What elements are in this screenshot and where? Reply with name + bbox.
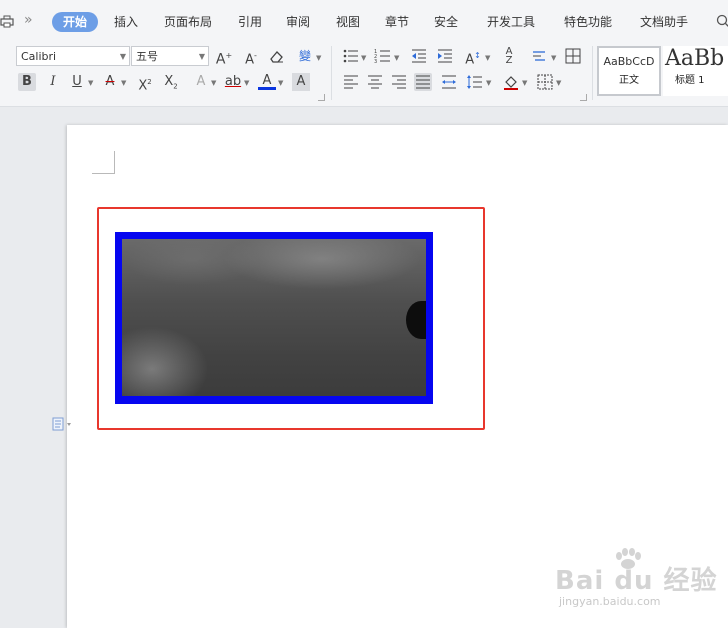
style-normal-sample: AaBbCcD <box>603 55 655 68</box>
page-margin-corner-mark <box>92 151 115 174</box>
inserted-picture[interactable] <box>122 239 426 396</box>
highlight-icon[interactable]: ab <box>224 73 242 91</box>
decrease-indent-icon[interactable] <box>410 47 428 65</box>
underline-icon[interactable]: U <box>68 73 86 91</box>
picture-dark-shape <box>406 301 426 339</box>
text-direction-icon[interactable]: A↕ <box>464 47 482 67</box>
image-with-blue-border[interactable] <box>115 232 433 404</box>
font-size-value: 五号 <box>136 50 158 63</box>
chevron-down-icon[interactable]: ▼ <box>361 54 366 62</box>
increase-indent-icon[interactable] <box>436 47 454 65</box>
numbered-list-icon[interactable]: 123 <box>374 47 392 65</box>
tab-page-layout[interactable]: 页面布局 <box>164 12 212 32</box>
chevron-down-icon: ▼ <box>198 52 205 61</box>
distributed-align-icon[interactable] <box>440 73 458 91</box>
grow-font-icon[interactable]: A+ <box>215 47 233 68</box>
style-heading-1-name: 标题 1 <box>675 75 705 86</box>
chevron-down-icon[interactable]: ▼ <box>485 54 490 62</box>
borders-icon[interactable] <box>536 73 554 91</box>
align-center-icon[interactable] <box>366 73 384 91</box>
tab-review[interactable]: 审阅 <box>286 12 310 32</box>
subscript-icon[interactable]: X2 <box>162 73 180 91</box>
ribbon-home-panel: Calibri ▼ 五号 ▼ A+ A- 變 ▼ B I U ▼ A ▼ X2 … <box>0 42 728 107</box>
font-dialog-launcher-icon[interactable] <box>318 94 325 101</box>
chevron-down-icon[interactable]: ▼ <box>244 79 249 87</box>
baidu-jingyan-watermark: Bai du 经验 jingyan.baidu.com <box>555 548 725 620</box>
style-normal[interactable]: AaBbCcD 正文 <box>597 46 661 96</box>
search-icon[interactable] <box>716 14 728 28</box>
character-shading-icon[interactable]: A <box>292 73 310 91</box>
paragraph-handle-icon[interactable] <box>49 417 75 431</box>
chevron-down-icon[interactable]: ▼ <box>88 79 93 87</box>
chevron-down-icon[interactable]: ▼ <box>211 79 216 87</box>
tab-special-features[interactable]: 特色功能 <box>564 12 612 32</box>
chevron-down-icon[interactable]: ▼ <box>121 79 126 87</box>
chevron-down-icon[interactable]: ▼ <box>394 54 399 62</box>
shrink-font-icon[interactable]: A- <box>242 47 260 67</box>
chevron-down-icon[interactable]: ▼ <box>486 79 491 87</box>
tab-security[interactable]: 安全 <box>434 12 458 32</box>
italic-icon[interactable]: I <box>44 73 62 91</box>
ribbon-separator <box>331 46 332 100</box>
chevron-down-icon[interactable]: ▼ <box>556 79 561 87</box>
tab-references[interactable]: 引用 <box>238 12 262 32</box>
align-right-icon[interactable] <box>390 73 408 91</box>
justify-icon[interactable] <box>414 73 432 91</box>
superscript-icon[interactable]: X2 <box>136 73 154 93</box>
more-tabs-chevron-icon[interactable]: » <box>24 12 33 28</box>
paragraph-dialog-launcher-icon[interactable] <box>580 94 587 101</box>
shading-fill-icon[interactable] <box>502 73 520 91</box>
bold-icon[interactable]: B <box>18 73 36 91</box>
table-icon[interactable] <box>564 47 582 65</box>
font-family-select[interactable]: Calibri ▼ <box>16 46 130 66</box>
sort-icon[interactable]: AZ <box>500 47 518 66</box>
tab-developer-tools[interactable]: 开发工具 <box>487 12 535 32</box>
chevron-down-icon[interactable]: ▼ <box>551 54 556 62</box>
strikethrough-icon[interactable]: A <box>101 73 119 91</box>
tab-insert[interactable]: 插入 <box>114 12 138 32</box>
chevron-down-icon[interactable]: ▼ <box>278 79 283 87</box>
tab-chapter[interactable]: 章节 <box>385 12 409 32</box>
line-spacing-options-icon[interactable] <box>531 47 549 65</box>
baidu-paw-logo-icon <box>616 548 641 569</box>
style-heading-1-sample: AaBb <box>665 46 725 71</box>
chevron-down-icon[interactable]: ▼ <box>522 79 527 87</box>
tab-document-assistant[interactable]: 文档助手 <box>640 12 688 32</box>
text-effects-icon[interactable]: A <box>192 73 210 91</box>
style-normal-name: 正文 <box>619 75 639 86</box>
line-spacing-icon[interactable] <box>466 73 484 91</box>
clear-formatting-eraser-icon[interactable] <box>268 47 286 65</box>
ribbon-tab-bar: » 开始 插入 页面布局 引用 审阅 视图 章节 安全 开发工具 特色功能 文档… <box>0 0 728 43</box>
print-icon[interactable] <box>0 14 14 28</box>
style-heading-1[interactable]: AaBb 标题 1 <box>663 46 728 96</box>
chevron-down-icon: ▼ <box>119 52 126 61</box>
align-left-icon[interactable] <box>342 73 360 91</box>
ribbon-separator <box>592 46 593 100</box>
tab-view[interactable]: 视图 <box>336 12 360 32</box>
phonetic-guide-icon[interactable]: 變 <box>296 47 314 65</box>
svg-text:3: 3 <box>374 59 377 65</box>
tab-home[interactable]: 开始 <box>52 12 99 32</box>
font-size-select[interactable]: 五号 ▼ <box>131 46 209 66</box>
font-color-icon[interactable]: A <box>258 73 276 90</box>
watermark-url: jingyan.baidu.com <box>559 595 661 608</box>
font-family-value: Calibri <box>21 50 57 63</box>
bullet-list-icon[interactable] <box>342 47 360 65</box>
chevron-down-icon[interactable]: ▼ <box>316 54 321 62</box>
